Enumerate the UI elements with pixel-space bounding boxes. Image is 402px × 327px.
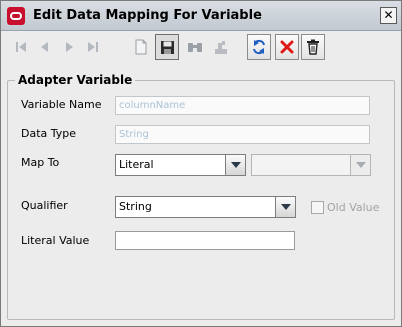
save-button[interactable] [155, 34, 179, 60]
next-record-icon [66, 42, 73, 52]
map-to-select[interactable]: Literal [115, 154, 246, 176]
bulk-edit-icon [215, 40, 227, 54]
qualifier-value: String [119, 200, 152, 213]
map-to-value: Literal [119, 158, 154, 171]
trash-icon [307, 39, 319, 55]
refresh-button[interactable] [247, 34, 271, 60]
previous-record-icon [41, 42, 48, 52]
next-record-button[interactable] [57, 34, 81, 60]
map-to-secondary-dropdown-button[interactable] [350, 155, 370, 175]
edit-data-mapping-dialog: Edit Data Mapping For Variable ✕ Adapter… [0, 0, 402, 327]
trash-button[interactable] [301, 34, 325, 60]
old-value-checkbox[interactable] [311, 201, 324, 214]
save-icon [160, 40, 174, 54]
close-button[interactable]: ✕ [380, 7, 397, 24]
find-icon [188, 43, 202, 52]
first-record-icon [16, 42, 26, 52]
chevron-down-icon [230, 162, 241, 168]
qualifier-dropdown-button[interactable] [275, 197, 295, 217]
variable-name-field[interactable]: columnName [115, 96, 370, 115]
adapter-variable-title: Adapter Variable [15, 73, 136, 87]
toolbar [5, 34, 397, 64]
chevron-down-icon [355, 162, 366, 168]
old-value-label: Old Value [327, 201, 380, 214]
bulk-edit-button[interactable] [209, 34, 233, 60]
new-button[interactable] [129, 34, 153, 60]
delete-button[interactable] [275, 34, 299, 60]
literal-value-label: Literal Value [21, 234, 90, 247]
map-to-secondary-select[interactable] [251, 154, 371, 176]
last-record-button[interactable] [81, 34, 105, 60]
title-bar[interactable]: Edit Data Mapping For Variable ✕ [1, 1, 401, 31]
delete-icon [280, 40, 294, 54]
chevron-down-icon [280, 204, 291, 210]
map-to-dropdown-button[interactable] [225, 155, 245, 175]
previous-record-button[interactable] [33, 34, 57, 60]
variable-name-label: Variable Name [21, 98, 102, 111]
qualifier-label: Qualifier [21, 199, 68, 212]
first-record-button[interactable] [9, 34, 33, 60]
data-type-field[interactable]: String [115, 125, 370, 144]
last-record-icon [88, 42, 98, 52]
map-to-label: Map To [21, 156, 60, 169]
window-title: Edit Data Mapping For Variable [33, 8, 262, 23]
refresh-icon [253, 39, 265, 55]
qualifier-select[interactable]: String [115, 196, 296, 218]
new-document-icon [135, 39, 147, 55]
data-type-label: Data Type [21, 127, 77, 140]
oracle-logo-icon [7, 7, 25, 25]
find-button[interactable] [183, 34, 207, 60]
literal-value-input[interactable] [115, 231, 295, 250]
